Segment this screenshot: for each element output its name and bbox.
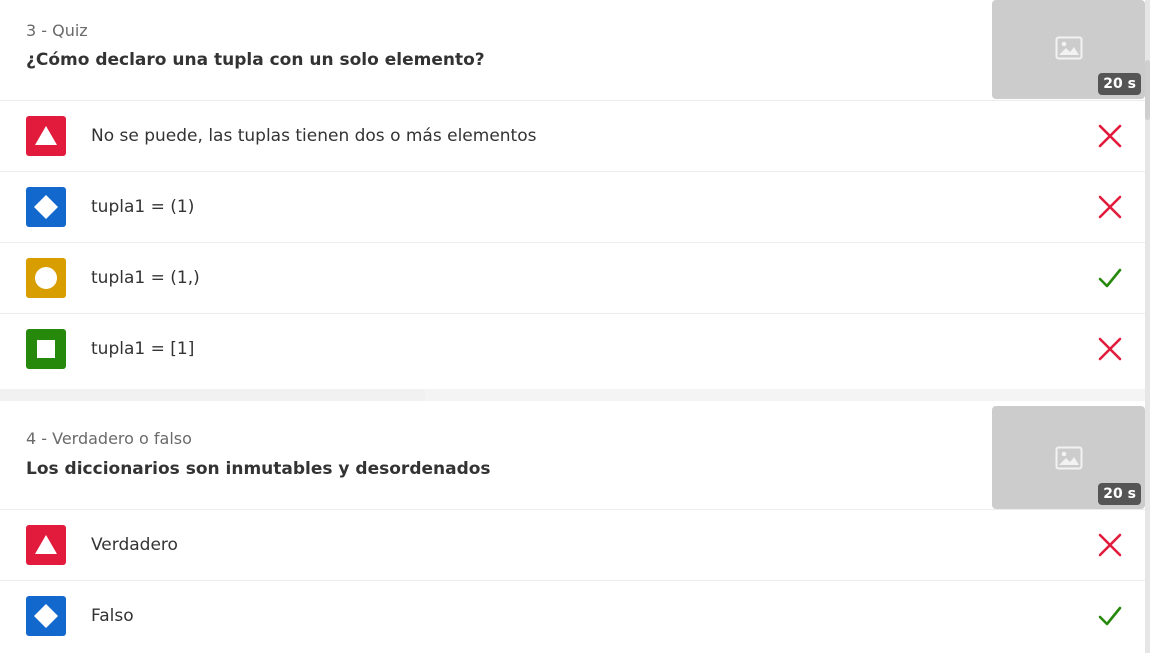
answer-row: Falso [0,580,1145,651]
image-icon [1055,36,1083,60]
time-limit-badge: 20 s [1098,73,1141,95]
answer-text: tupla1 = (1) [91,197,195,217]
incorrect-x-icon [1098,195,1122,219]
question-separator [0,389,1145,401]
image-icon [1055,446,1083,470]
square-icon [37,340,55,358]
incorrect-x-icon [1098,124,1122,148]
answer-row: No se puede, las tuplas tienen dos o más… [0,100,1145,171]
answer-row: Verdadero [0,509,1145,580]
question-image-placeholder[interactable]: 20 s [992,406,1145,509]
answer-text: No se puede, las tuplas tienen dos o más… [91,126,537,146]
scrollbar[interactable] [1145,0,1150,653]
answer-color-tile [26,525,66,565]
time-limit-badge: 20 s [1098,483,1141,505]
answer-text: tupla1 = (1,) [91,268,200,288]
answer-color-tile [26,258,66,298]
triangle-icon [35,535,57,554]
incorrect-x-icon [1098,337,1122,361]
correct-check-icon [1098,606,1122,626]
answer-color-tile [26,329,66,369]
answer-row: tupla1 = (1,) [0,242,1145,313]
diamond-icon [34,604,58,628]
answer-color-tile [26,187,66,227]
diamond-icon [34,195,58,219]
scrollbar-thumb[interactable] [1145,60,1150,120]
incorrect-x-icon [1098,533,1122,557]
circle-icon [35,267,57,289]
question-title: Los diccionarios son inmutables y desord… [26,459,491,479]
answer-text: Verdadero [91,535,178,555]
question-title: ¿Cómo declaro una tupla con un solo elem… [26,50,485,70]
answer-text: tupla1 = [1] [91,339,195,359]
answer-color-tile [26,596,66,636]
question-type-label: 4 - Verdadero o falso [26,429,192,448]
answer-color-tile [26,116,66,156]
correct-check-icon [1098,268,1122,288]
answer-row: tupla1 = [1] [0,313,1145,384]
triangle-icon [35,126,57,145]
answer-row: tupla1 = (1) [0,171,1145,242]
answer-text: Falso [91,606,134,626]
question-image-placeholder[interactable]: 20 s [992,0,1145,99]
question-type-label: 3 - Quiz [26,21,88,40]
